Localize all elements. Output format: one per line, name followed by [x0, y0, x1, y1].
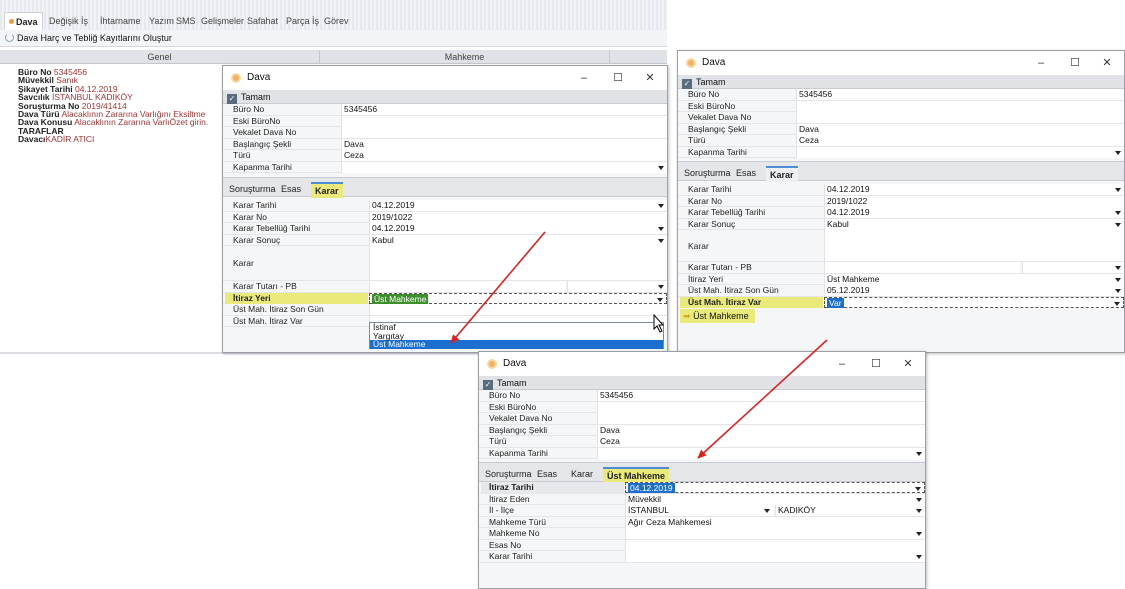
- arrow-to-ust-mahkeme-icon: [697, 339, 828, 459]
- arrow-to-dropdown-icon: [450, 231, 546, 344]
- annotation-arrows: [450, 231, 828, 459]
